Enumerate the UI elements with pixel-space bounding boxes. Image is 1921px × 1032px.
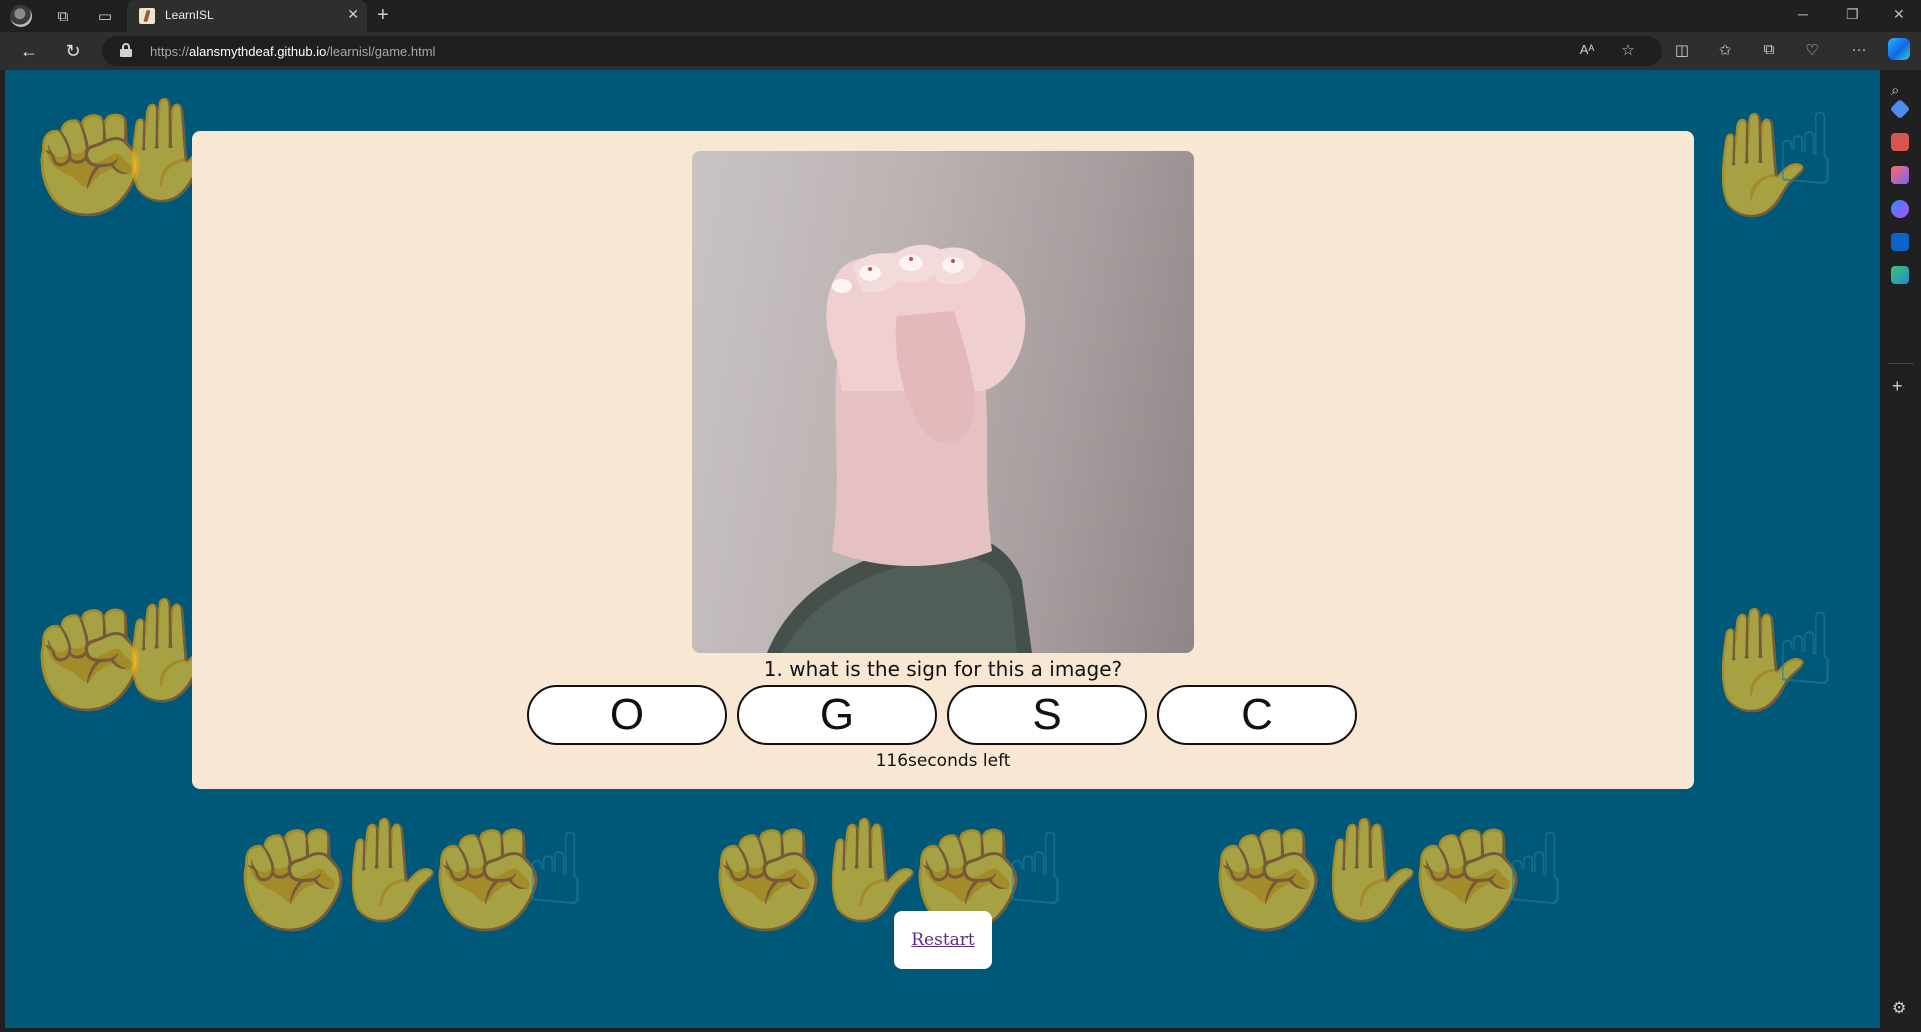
answer-options: O G S C [527, 685, 1357, 745]
restart-link[interactable]: Restart [911, 930, 975, 950]
tab-learnisl[interactable]: LearnISL ✕ [127, 0, 367, 32]
edge-sidebar: ⌕ + ⚙ [1880, 70, 1921, 1032]
answer-button-c[interactable]: C [1157, 685, 1357, 745]
profile-avatar-icon[interactable] [10, 5, 32, 27]
refresh-icon[interactable]: ↻ [62, 40, 84, 62]
tab-close-icon[interactable]: ✕ [347, 6, 359, 23]
background-hand-sign-icon: ☝ [1775, 594, 1836, 706]
hand-sign-image [767, 244, 1032, 653]
background-hand-sign-icon: ☝ [1775, 94, 1836, 206]
drop-icon[interactable] [1891, 266, 1909, 284]
split-screen-icon[interactable]: ◫ [1671, 41, 1693, 59]
sidebar-settings-icon[interactable]: ⚙ [1892, 998, 1906, 1018]
shopping-tag-icon[interactable] [1889, 98, 1911, 120]
tools-icon[interactable] [1891, 133, 1909, 151]
sign-photo [692, 151, 1194, 653]
countdown-timer: 116seconds left [875, 751, 1011, 771]
sidebar-divider [1888, 363, 1914, 364]
copilot-icon[interactable] [1888, 38, 1910, 60]
background-hand-sign-icon: ☝ [1505, 814, 1566, 926]
games-icon[interactable] [1891, 166, 1909, 184]
browser-titlebar: ⧉ ▭ LearnISL ✕ + ─ ❐ ✕ [0, 0, 1921, 32]
favorite-star-icon[interactable]: ☆ [1617, 41, 1639, 59]
window-close-icon[interactable]: ✕ [1893, 6, 1905, 23]
restore-icon[interactable]: ❐ [1846, 6, 1859, 23]
quiz-card: 1. what is the sign for this a image? O … [192, 131, 1694, 789]
back-icon[interactable]: ← [18, 40, 40, 62]
address-bar[interactable]: https://alansmythdeaf.github.io/learnisl… [102, 36, 1662, 66]
read-aloud-icon[interactable]: Aᴬ [1576, 42, 1598, 57]
restart-container: Restart [894, 911, 992, 969]
question-text: 1. what is the sign for this a image? [763, 657, 1123, 681]
minimize-icon[interactable]: ─ [1798, 6, 1808, 22]
add-sidebar-app-icon[interactable]: + [1892, 376, 1903, 397]
answer-button-s[interactable]: S [947, 685, 1147, 745]
url-text: https://alansmythdeaf.github.io/learnisl… [150, 44, 436, 59]
background-hand-sign-icon: ☝ [525, 814, 586, 926]
workspaces-icon[interactable]: ⧉ [52, 5, 74, 27]
favorites-icon[interactable]: ✩ [1714, 41, 1736, 59]
outlook-icon[interactable] [1891, 233, 1909, 251]
answer-button-o[interactable]: O [527, 685, 727, 745]
game-page: ✊ ✋ ✊ ✋ ✋ ☝ ✋ ☝ ✊ ✋ ✊ ☝ ✊ ✋ ✊ ☝ ✊ ✋ ✊ ☝ [5, 70, 1880, 1028]
collections-icon[interactable]: ⧉ [1758, 41, 1780, 58]
browser-toolbar: ← ↻ https://alansmythdeaf.github.io/lear… [0, 32, 1921, 70]
lock-icon [120, 43, 132, 57]
browser-essentials-icon[interactable]: ♡ [1801, 41, 1823, 59]
search-icon[interactable]: ⌕ [1891, 82, 1909, 100]
copilot-app-icon[interactable] [1891, 200, 1909, 218]
new-tab-icon[interactable]: + [377, 4, 389, 27]
settings-more-icon[interactable]: ··· [1848, 41, 1870, 58]
tab-actions-icon[interactable]: ▭ [94, 5, 116, 27]
background-hand-sign-icon: ☝ [1005, 814, 1066, 926]
answer-button-g[interactable]: G [737, 685, 937, 745]
tab-favicon-icon [139, 8, 155, 24]
tab-title: LearnISL [165, 8, 214, 22]
